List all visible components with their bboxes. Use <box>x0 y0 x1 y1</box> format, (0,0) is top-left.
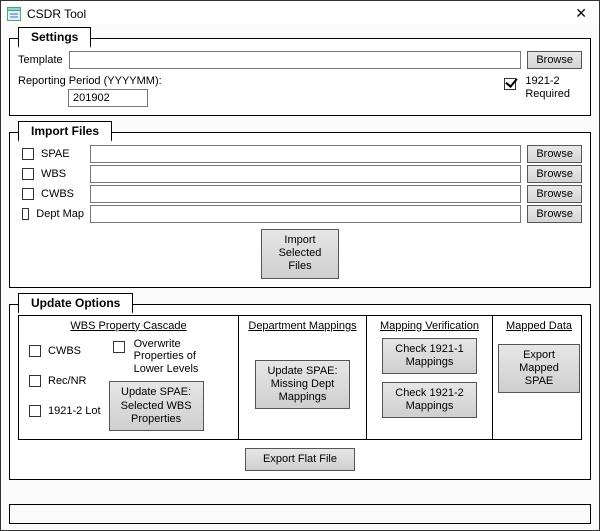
mapping-verification-column: Mapping Verification Check 1921-1 Mappin… <box>367 316 493 439</box>
update-lot-checkbox[interactable] <box>29 405 41 417</box>
spae-label: SPAE <box>41 148 70 160</box>
window-title: CSDR Tool <box>27 7 571 21</box>
update-cwbs-label: CWBS <box>48 345 81 357</box>
import-tab: Import Files <box>18 121 112 142</box>
titlebar: CSDR Tool ✕ <box>1 1 599 24</box>
export-flat-file-button[interactable]: Export Flat File <box>245 448 355 471</box>
wbs-cascade-column: WBS Property Cascade CWBS Rec/NR <box>19 316 239 439</box>
check1-line2: Mappings <box>406 356 454 368</box>
update-spae-dept-button[interactable]: Update SPAE: Missing Dept Mappings <box>255 360 350 410</box>
deptmap-field[interactable] <box>90 205 521 223</box>
update-wbs-btn-line2: Selected WBS <box>121 400 192 412</box>
update-grid: WBS Property Cascade CWBS Rec/NR <box>18 315 582 440</box>
overwrite-checkbox[interactable] <box>113 341 125 353</box>
import-btn-line1: Import <box>284 234 315 246</box>
deptmap-browse-button[interactable]: Browse <box>527 205 582 223</box>
mapped-data-column: Mapped Data Export Mapped SPAE <box>493 316 585 439</box>
update-spae-wbs-button[interactable]: Update SPAE: Selected WBS Properties <box>109 381 204 431</box>
settings-tab: Settings <box>18 27 91 48</box>
import-panel: Import Files SPAE Browse WBS Browse <box>9 132 591 288</box>
export-mapped-line1: Export Mapped <box>519 349 559 374</box>
template-browse-button[interactable]: Browse <box>527 51 582 69</box>
wbs-checkbox[interactable] <box>22 168 34 180</box>
template-field[interactable] <box>69 51 522 69</box>
reporting-period-field[interactable] <box>68 89 148 107</box>
check-1921-1-button[interactable]: Check 1921-1 Mappings <box>382 338 477 374</box>
mapping-verification-title: Mapping Verification <box>380 320 479 332</box>
wbs-label: WBS <box>41 168 66 180</box>
reporting-period-label: Reporting Period (YYYYMM): <box>18 75 162 87</box>
deptmap-checkbox[interactable] <box>22 208 29 220</box>
wbs-browse-button[interactable]: Browse <box>527 165 582 183</box>
update-recnr-label: Rec/NR <box>48 375 87 387</box>
check1-line1: Check 1921-1 <box>395 343 464 355</box>
import-selected-files-button[interactable]: Import Selected Files <box>261 229 339 279</box>
update-lot-label: 1921-2 Lot <box>48 405 101 417</box>
cwbs-label: CWBS <box>41 188 74 200</box>
cwbs-browse-button[interactable]: Browse <box>527 185 582 203</box>
cwbs-field[interactable] <box>90 185 521 203</box>
update-panel: Update Options WBS Property Cascade CWBS <box>9 304 591 481</box>
close-icon[interactable]: ✕ <box>571 5 591 22</box>
required-1921-2-group: 1921-2 Required <box>500 75 570 100</box>
required-1921-2-checkbox[interactable] <box>504 78 516 90</box>
deptmap-label: Dept Map <box>36 208 84 220</box>
dept-mappings-column: Department Mappings Update SPAE: Missing… <box>239 316 367 439</box>
app-form-icon <box>7 7 21 21</box>
wbs-field[interactable] <box>90 165 521 183</box>
settings-panel: Settings Template Browse Reporting Perio… <box>9 38 591 116</box>
cwbs-checkbox[interactable] <box>22 188 34 200</box>
export-mapped-spae-button[interactable]: Export Mapped SPAE <box>498 344 580 394</box>
check2-line2: Mappings <box>406 400 454 412</box>
window: CSDR Tool ✕ Settings Template Browse Rep… <box>0 0 600 531</box>
dept-btn-line1: Update SPAE: <box>267 365 337 377</box>
overwrite-label: Overwrite Properties of Lower Levels <box>134 338 218 376</box>
update-wbs-btn-line3: Properties <box>131 413 181 425</box>
dept-btn-line3: Mappings <box>279 391 327 403</box>
update-cwbs-checkbox[interactable] <box>29 345 41 357</box>
dept-mappings-title: Department Mappings <box>248 320 356 332</box>
update-recnr-checkbox[interactable] <box>29 375 41 387</box>
body: Settings Template Browse Reporting Perio… <box>1 24 599 530</box>
spae-checkbox[interactable] <box>22 148 34 160</box>
required-1921-2-line2: Required <box>525 88 570 101</box>
update-tab: Update Options <box>18 293 133 314</box>
import-btn-line2: Selected <box>279 247 322 259</box>
mapped-data-title: Mapped Data <box>506 320 572 332</box>
template-label: Template <box>18 54 63 66</box>
wbs-cascade-title: WBS Property Cascade <box>70 320 186 332</box>
spae-browse-button[interactable]: Browse <box>527 145 582 163</box>
export-mapped-line2: SPAE <box>525 375 554 387</box>
check-1921-2-button[interactable]: Check 1921-2 Mappings <box>382 382 477 418</box>
status-bar <box>9 504 591 524</box>
dept-btn-line2: Missing Dept <box>271 378 335 390</box>
update-wbs-btn-line1: Update SPAE: <box>121 386 191 398</box>
check2-line1: Check 1921-2 <box>395 387 464 399</box>
import-btn-line3: Files <box>288 260 311 272</box>
required-1921-2-line1: 1921-2 <box>525 75 570 88</box>
spae-field[interactable] <box>90 145 521 163</box>
